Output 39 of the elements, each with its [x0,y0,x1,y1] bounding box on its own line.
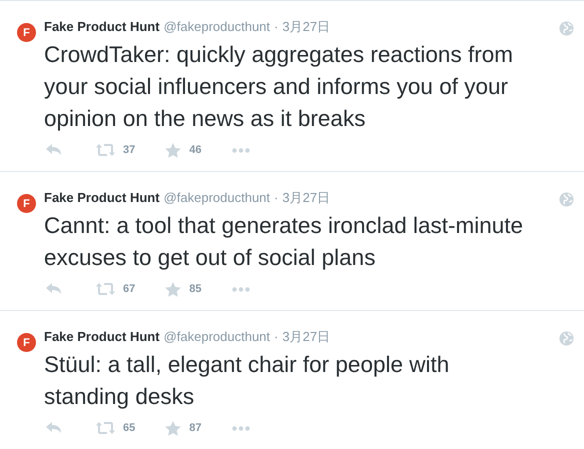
author-name[interactable]: Fake Product Hunt [44,19,160,34]
avatar[interactable]: F [17,23,36,42]
favorite-count: 87 [189,422,202,434]
tweet-text: Cannt: a tool that generates ironclad last-minute excuses to get out of social plans [44,212,524,272]
separator: · [274,329,278,344]
separator: · [274,19,278,34]
favorite-count: 85 [189,283,202,295]
separator: · [274,190,278,205]
globe-icon [559,331,574,346]
reply-icon[interactable] [46,283,62,295]
tweet-date[interactable]: 3月27日 [282,189,330,207]
globe-icon [559,21,574,36]
retweet-icon[interactable] [96,283,115,295]
retweet-icon[interactable] [96,422,115,434]
tweet-text: CrowdTaker: quickly aggregates reactions from your social influencers and informs you of your opinion on the news as it breaks [44,41,514,133]
avatar[interactable]: F [17,194,36,213]
more-icon[interactable] [232,286,250,292]
reply-icon[interactable] [46,422,62,434]
author-handle[interactable]: @fakeproducthunt [164,190,270,205]
author-handle[interactable]: @fakeproducthunt [164,19,270,34]
author-name[interactable]: Fake Product Hunt [44,329,160,344]
retweet-count: 37 [123,144,136,156]
retweet-icon[interactable] [96,144,115,156]
globe-icon [559,192,574,207]
star-icon[interactable] [165,282,182,296]
favorite-count: 46 [189,144,202,156]
more-icon[interactable] [232,426,250,430]
reply-icon[interactable] [46,144,62,156]
tweet-date[interactable]: 3月27日 [282,18,330,36]
star-icon[interactable] [165,142,182,158]
retweet-count: 67 [123,283,136,295]
author-name[interactable]: Fake Product Hunt [44,190,160,205]
star-icon[interactable] [165,420,182,436]
retweet-count: 65 [123,422,136,434]
tweet-date[interactable]: 3月27日 [282,328,330,346]
tweet-text: Stüul: a tall, elegant chair for people with standing desks [44,351,450,411]
author-handle[interactable]: @fakeproducthunt [164,329,270,344]
avatar[interactable]: F [17,333,36,352]
more-icon[interactable] [232,148,250,152]
